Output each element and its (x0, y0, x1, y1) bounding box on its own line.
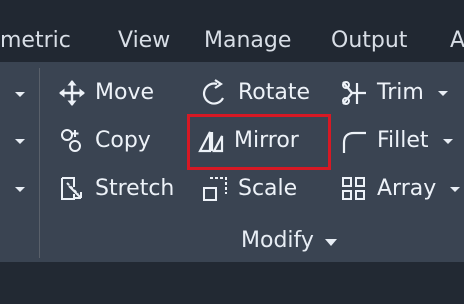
left-dropdown-arrow-top[interactable] (15, 92, 25, 97)
array-button[interactable]: Array (339, 172, 461, 206)
canvas-edge (0, 262, 464, 304)
move-button[interactable]: Move (57, 76, 154, 110)
modify-panel-footer[interactable]: Modify (241, 222, 337, 258)
stretch-label: Stretch (95, 176, 175, 201)
left-dropdown-arrow-bottom[interactable] (15, 187, 25, 192)
tab-output[interactable]: Output (331, 22, 407, 60)
scale-button[interactable]: Scale (200, 172, 297, 206)
modify-panel-title: Modify (241, 227, 314, 253)
scale-label: Scale (238, 176, 298, 201)
left-dropdown-arrow-middle[interactable] (15, 139, 25, 144)
move-icon (57, 78, 87, 108)
panel-divider (39, 68, 40, 258)
fillet-label: Fillet (377, 128, 429, 153)
rotate-button[interactable]: Rotate (200, 76, 310, 110)
array-icon (339, 174, 369, 204)
stretch-icon (57, 174, 87, 204)
rotate-icon (200, 78, 230, 108)
fillet-button[interactable]: Fillet (339, 124, 453, 158)
trim-icon (339, 78, 369, 108)
tab-parametric-partial[interactable]: metric (0, 22, 71, 60)
modify-panel-dropdown-arrow[interactable] (324, 238, 337, 246)
mirror-highlight-box (187, 114, 331, 170)
ribbon-tab-bar: metric View Manage Output A (0, 0, 464, 62)
fillet-icon (339, 126, 369, 156)
tab-view[interactable]: View (118, 22, 170, 60)
stretch-button[interactable]: Stretch (57, 172, 174, 206)
copy-button[interactable]: Copy (57, 124, 151, 158)
scale-icon (200, 174, 230, 204)
trim-dropdown-arrow[interactable] (437, 90, 448, 96)
copy-icon (57, 126, 87, 156)
fillet-dropdown-arrow[interactable] (442, 138, 453, 144)
tab-manage[interactable]: Manage (204, 22, 291, 60)
array-label: Array (377, 176, 437, 201)
trim-button[interactable]: Trim (339, 76, 448, 110)
trim-label: Trim (377, 80, 424, 105)
move-label: Move (95, 80, 154, 105)
autocad-ribbon-screenshot: metric View Manage Output A Move Rotate (0, 0, 464, 304)
array-dropdown-arrow[interactable] (450, 186, 461, 192)
tab-partial-a[interactable]: A (450, 22, 464, 60)
rotate-label: Rotate (238, 80, 311, 105)
copy-label: Copy (95, 128, 151, 153)
